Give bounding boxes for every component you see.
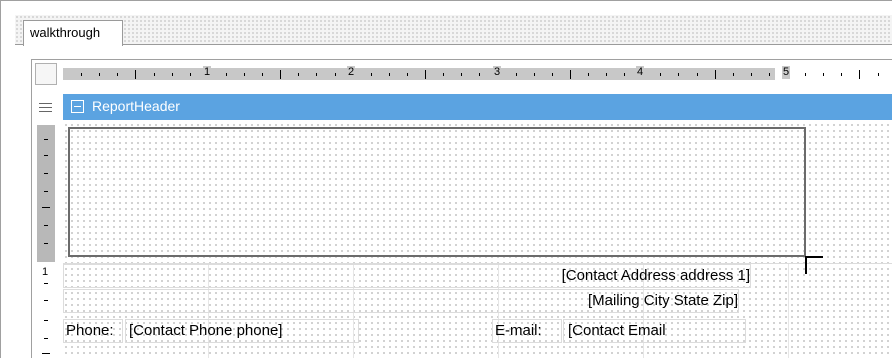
ruler-tick — [696, 73, 698, 76]
contact-address-field[interactable]: [Contact Address address 1] — [63, 264, 751, 288]
horizontal-ruler: 1 2 3 4 5 — [63, 66, 892, 80]
band-title: ReportHeader — [92, 98, 180, 114]
ruler-tick — [42, 207, 50, 208]
ruler-tick — [44, 139, 48, 140]
mailing-city-text: [Mailing City State Zip] — [587, 292, 738, 309]
ruler-tick — [443, 73, 445, 76]
ruler-number-2: 2 — [347, 66, 356, 79]
ruler-tick — [171, 73, 173, 76]
ruler-tick — [44, 300, 48, 301]
ruler-tick — [551, 73, 553, 76]
ruler-number-1-vertical: 1 — [42, 266, 49, 278]
ruler-tick — [624, 73, 626, 76]
ruler-tick — [841, 73, 843, 76]
email-label-text: E-mail: — [495, 322, 542, 339]
resize-handle[interactable] — [805, 256, 823, 274]
tab-strip — [15, 15, 892, 45]
ruler-tick — [44, 191, 48, 192]
report-header-band[interactable]: ReportHeader — [63, 94, 892, 120]
grid-line — [788, 264, 789, 358]
tab-walkthrough[interactable]: walkthrough — [23, 20, 123, 46]
ruler-tick — [99, 73, 101, 76]
ruler-tick — [678, 73, 680, 76]
ruler-tick — [44, 283, 48, 284]
selection-rectangle[interactable] — [68, 127, 806, 257]
minus-box-icon[interactable] — [71, 100, 84, 113]
ruler-tick — [298, 73, 300, 76]
designer-window: walkthrough 1 2 3 4 5 ReportHeader 1 [Co… — [0, 0, 892, 358]
ruler-tick — [533, 73, 535, 76]
mailing-city-field[interactable]: [Mailing City State Zip] — [63, 289, 739, 313]
ruler-tick — [388, 73, 390, 76]
ruler-tick — [479, 73, 481, 76]
ruler-printable-area — [63, 68, 775, 80]
ruler-tick — [823, 73, 825, 76]
ruler-tick — [461, 73, 463, 76]
ruler-tick — [768, 73, 770, 76]
ruler-number-4: 4 — [636, 66, 645, 79]
ruler-tick — [877, 73, 879, 76]
ruler-tick — [225, 73, 227, 76]
phone-label-text: Phone: — [66, 322, 114, 339]
ruler-tick — [189, 73, 191, 76]
email-value-field[interactable]: [Contact Email — [563, 319, 746, 343]
ruler-tick — [81, 73, 83, 76]
tab-label: walkthrough — [30, 25, 101, 40]
ruler-tick — [44, 155, 48, 156]
ruler-tick — [569, 70, 571, 79]
section-menu-icon[interactable] — [37, 100, 55, 114]
ruler-number-1: 1 — [203, 66, 212, 79]
phone-value-field[interactable]: [Contact Phone phone] — [125, 319, 359, 343]
ruler-tick — [714, 70, 716, 79]
ruler-tick — [262, 73, 264, 76]
ruler-tick — [859, 70, 861, 79]
ruler-tick — [406, 73, 408, 76]
ruler-printable-area — [37, 125, 55, 262]
ruler-tick — [425, 70, 426, 79]
vertical-ruler: 1 — [37, 125, 55, 358]
ruler-tick — [660, 73, 662, 76]
ruler-tick — [280, 70, 282, 79]
ruler-tick — [44, 173, 48, 174]
email-value-text: [Contact Email — [568, 322, 666, 339]
ruler-tick — [44, 243, 48, 244]
contact-address-text: [Contact Address address 1] — [561, 267, 750, 284]
ruler-tick — [44, 338, 48, 339]
ruler-tick — [750, 73, 752, 76]
ruler-tick — [135, 70, 137, 79]
ruler-tick — [370, 73, 372, 76]
email-label-field[interactable]: E-mail: — [492, 319, 562, 343]
ruler-tick — [244, 73, 245, 76]
ruler-tick — [117, 73, 119, 76]
ruler-tick — [44, 320, 48, 321]
ruler-tick — [732, 73, 734, 76]
ruler-tick — [153, 73, 155, 76]
ruler-corner-box[interactable] — [35, 63, 57, 85]
ruler-tick — [42, 353, 50, 354]
ruler-tick — [515, 73, 517, 76]
ruler-tick — [44, 225, 48, 226]
ruler-tick — [606, 73, 607, 76]
phone-value-text: [Contact Phone phone] — [129, 322, 283, 339]
ruler-number-5: 5 — [782, 66, 791, 79]
ruler-tick — [587, 73, 589, 76]
ruler-tick — [334, 73, 336, 76]
ruler-number-3: 3 — [493, 66, 502, 79]
ruler-tick — [805, 73, 807, 76]
phone-label-field[interactable]: Phone: — [63, 319, 123, 343]
ruler-tick — [316, 73, 318, 76]
